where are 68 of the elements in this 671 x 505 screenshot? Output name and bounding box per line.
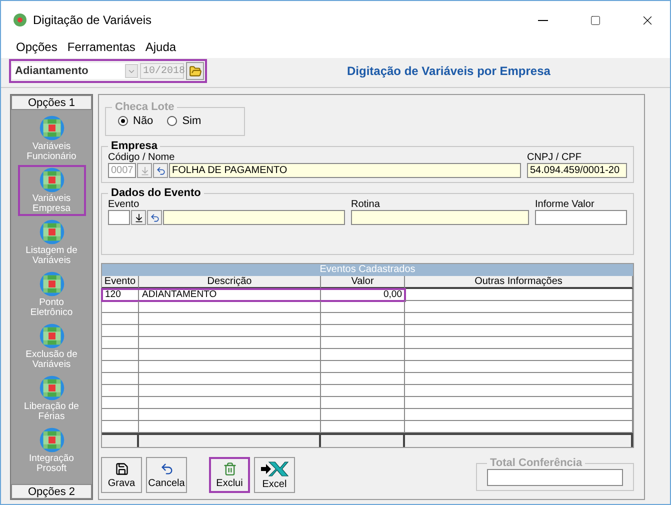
window-title: Digitação de Variáveis	[33, 13, 153, 27]
spreadsheet-export-icon	[260, 460, 288, 476]
group-title: Dados do Evento	[110, 187, 202, 199]
globe-icon	[38, 115, 64, 141]
name-field[interactable]: FOLHA DE PAGAMENTO	[169, 163, 521, 178]
group-title: Total Conferência	[489, 457, 584, 469]
globe-icon	[38, 167, 64, 193]
toolbar-button[interactable]: Grava	[101, 457, 142, 493]
table-cell	[102, 313, 139, 325]
table-title: Eventos Cadastrados	[102, 264, 633, 276]
total-field[interactable]	[487, 469, 623, 486]
table-cell	[102, 385, 139, 397]
sidebar-footer-button[interactable]: Opções 2	[11, 484, 92, 499]
field-label: Código / Nome	[108, 152, 176, 163]
group-title: Checa Lote	[114, 101, 176, 113]
event-description-field[interactable]	[163, 210, 345, 225]
table-cell: 0,00	[321, 289, 405, 301]
open-folder-button[interactable]	[186, 62, 204, 80]
menu-item[interactable]: Ajuda	[145, 39, 176, 55]
undo-button[interactable]	[147, 210, 162, 225]
group-title: Empresa	[110, 140, 158, 152]
column-header: Outras Informações	[405, 276, 633, 289]
app-globe-icon	[13, 13, 27, 27]
table-cell	[102, 337, 139, 349]
maximize-icon	[590, 14, 600, 26]
menu-item[interactable]: Opções	[16, 39, 58, 55]
trash-can-icon	[222, 462, 236, 476]
undo-icon	[150, 212, 160, 222]
table-row[interactable]: 120 ADIANTAMENTO 0,00	[102, 289, 405, 301]
table-cell	[102, 349, 139, 361]
column-header: Valor	[321, 276, 405, 289]
form-title: Digitação de Variáveis por Empresa	[347, 64, 550, 78]
cnpj-field[interactable]: 54.094.459/0001-20	[527, 163, 627, 178]
table-cell	[102, 373, 139, 385]
column-header: Descrição	[139, 276, 321, 289]
globe-icon	[38, 323, 64, 349]
table-cell	[102, 301, 139, 313]
field-label: CNPJ / CPF	[527, 152, 582, 163]
toolbar-button[interactable]: Cancela	[146, 457, 187, 493]
globe-icon	[38, 427, 64, 453]
field-label: Rotina	[351, 199, 381, 210]
undo-icon	[156, 166, 166, 176]
sidebar-header-button[interactable]: Opções 1	[11, 95, 92, 110]
download-button[interactable]	[131, 210, 146, 225]
table-cell: 120	[102, 289, 139, 301]
table-cell	[102, 325, 139, 337]
event-code-field[interactable]	[108, 210, 130, 225]
undo-button[interactable]	[153, 163, 168, 178]
column-header: Evento	[102, 276, 139, 289]
table-cell: ADIANTAMENTO	[139, 289, 321, 301]
type-select[interactable]: Adiantamento	[12, 63, 138, 79]
download-arrow-icon	[140, 166, 150, 176]
globe-icon	[38, 219, 64, 245]
field-label: Informe Valor	[535, 199, 596, 210]
toolbar-button[interactable]: Excel	[254, 457, 295, 493]
value-field[interactable]	[535, 210, 627, 225]
undo-icon	[160, 462, 174, 476]
table-footer-cell	[102, 433, 139, 447]
routine-field[interactable]	[351, 210, 529, 225]
toolbar-button[interactable]: Exclui	[209, 457, 250, 493]
download-arrow-icon	[134, 212, 144, 222]
field-label: Evento	[108, 199, 140, 210]
menu-item[interactable]: Ferramentas	[67, 39, 136, 55]
globe-icon	[38, 271, 64, 297]
table-cell	[102, 409, 139, 421]
table-cell	[102, 397, 139, 409]
table-cell	[102, 361, 139, 373]
globe-icon	[38, 375, 64, 401]
